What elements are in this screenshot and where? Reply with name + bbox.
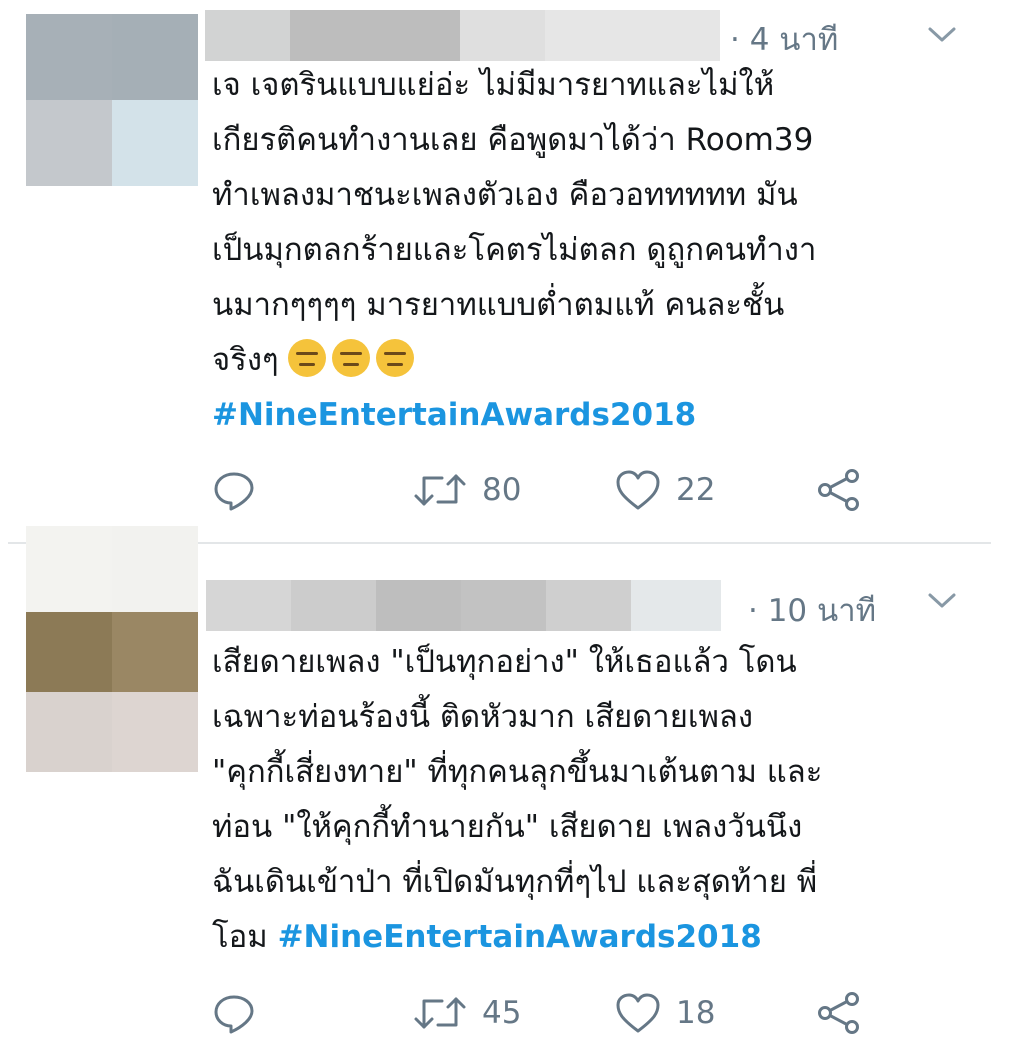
text-line: เจ เจตรินแบบแย่อ่ะ ไม่มีมารยาทและไม่ให้ (212, 67, 775, 103)
avatar-pixel (112, 526, 198, 612)
share-icon (818, 992, 859, 1034)
like-button[interactable]: 22 (614, 465, 715, 515)
like-button[interactable]: 18 (614, 988, 715, 1038)
like-count: 22 (676, 472, 716, 508)
tweet-text: เจ เจตรินแบบแย่อ่ะ ไม่มีมารยาทและไม่ให้ … (212, 58, 972, 443)
blurred-username[interactable] (205, 10, 720, 61)
tweet-actions: 45 18 (212, 988, 892, 1038)
text-line: เกียรติคนทำงานเลย คือพูดมาได้ว่า Room39 (212, 122, 814, 158)
text-line: เฉพาะท่อนร้องนี้ ติดหัวมาก เสียดายเพลง (212, 699, 754, 735)
text-line: ทำเพลงมาชนะเพลงตัวเอง คือวอททททท มัน (212, 177, 798, 213)
avatar-pixel (112, 14, 198, 100)
retweet-count: 45 (482, 995, 522, 1031)
reply-button[interactable] (212, 988, 256, 1038)
retweet-button[interactable]: 45 (412, 988, 521, 1038)
text-line: นมากๆๆๆๆ มารยาทแบบต่ำตมแท้ คนละชั้น (212, 287, 785, 323)
text-line: "คุกกี้เสี่ยงทาย" ที่ทุกคนลุกขึ้นมาเต้นต… (212, 754, 823, 790)
tweet[interactable]: · 4 นาที เจ เจตรินแบบแย่อ่ะ ไม่มีมารยาทแ… (0, 0, 1013, 542)
retweet-count: 80 (482, 472, 522, 508)
text-line: ท่อน "ให้คุกกี้ทำนายกัน" เสียดาย เพลงวัน… (212, 809, 803, 845)
text-line: โอม (212, 919, 278, 955)
tweet-timestamp[interactable]: · 10 นาที (748, 585, 876, 635)
hashtag-link[interactable]: #NineEntertainAwards2018 (212, 397, 696, 433)
expressionless-face-icon (332, 339, 371, 377)
expressionless-face-icon (376, 339, 415, 377)
tweet-text: เสียดายเพลง "เป็นทุกอย่าง" ให้เธอแล้ว โด… (212, 635, 972, 965)
chevron-down-icon[interactable] (925, 24, 959, 46)
reply-icon (214, 995, 254, 1034)
blurred-username[interactable] (206, 580, 721, 631)
text-line: จริงๆ (212, 342, 279, 378)
text-line: ฉันเดินเข้าป่า ที่เปิดมันทุกที่ๆไป และสุ… (212, 864, 818, 900)
text-line: เป็นมุกตลกร้ายและโคตรไม่ตลก ดูถูกคนทำงา (212, 232, 817, 268)
text-line: เสียดายเพลง "เป็นทุกอย่าง" ให้เธอแล้ว โด… (212, 644, 797, 680)
like-icon (616, 993, 660, 1033)
tweet-actions: 80 22 (212, 465, 892, 515)
expressionless-face-icon (288, 339, 327, 377)
avatar-pixel (26, 612, 112, 692)
avatar-pixel (26, 526, 112, 612)
share-button[interactable] (816, 465, 862, 515)
avatar-pixel (26, 692, 112, 772)
retweet-icon (414, 997, 466, 1029)
like-count: 18 (676, 995, 716, 1031)
like-icon (616, 470, 660, 510)
share-icon (818, 469, 859, 511)
retweet-button[interactable]: 80 (412, 465, 521, 515)
avatar-pixel (26, 100, 112, 186)
avatar[interactable] (26, 526, 198, 772)
tweet-timestamp[interactable]: · 4 นาที (730, 14, 838, 64)
reply-button[interactable] (212, 465, 256, 515)
avatar-pixel (112, 692, 198, 772)
reply-icon (214, 472, 254, 511)
avatar[interactable] (26, 14, 198, 186)
retweet-icon (414, 474, 466, 506)
avatar-pixel (26, 14, 112, 100)
chevron-down-icon[interactable] (925, 590, 959, 612)
hashtag-link[interactable]: #NineEntertainAwards2018 (278, 919, 762, 955)
share-button[interactable] (816, 988, 862, 1038)
avatar-pixel (112, 100, 198, 186)
avatar-pixel (112, 612, 198, 692)
